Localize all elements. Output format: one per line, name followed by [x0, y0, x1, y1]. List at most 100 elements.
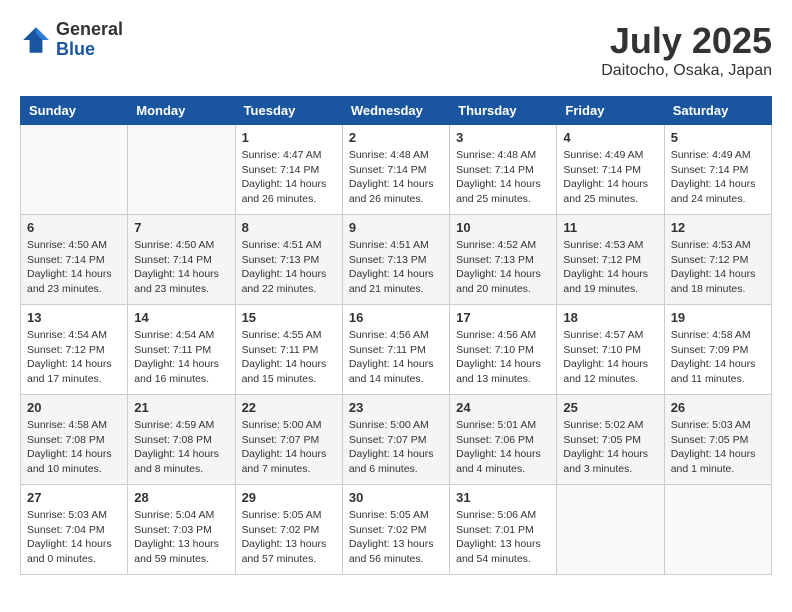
- day-info: Sunrise: 4:48 AM Sunset: 7:14 PM Dayligh…: [349, 148, 443, 207]
- weekday-header-tuesday: Tuesday: [235, 97, 342, 125]
- day-number: 9: [349, 220, 443, 235]
- day-number: 30: [349, 490, 443, 505]
- table-row: 25 Sunrise: 5:02 AM Sunset: 7:05 PM Dayli…: [557, 395, 664, 485]
- day-number: 17: [456, 310, 550, 325]
- day-number: 8: [242, 220, 336, 235]
- weekday-header-sunday: Sunday: [21, 97, 128, 125]
- weekday-header-saturday: Saturday: [664, 97, 771, 125]
- day-number: 15: [242, 310, 336, 325]
- calendar-week-row: 1Sunrise: 4:47 AM Sunset: 7:14 PM Daylig…: [21, 125, 772, 215]
- table-row: [664, 485, 771, 575]
- day-number: 2: [349, 130, 443, 145]
- day-info: Sunrise: 4:55 AM Sunset: 7:11 PM Dayligh…: [242, 328, 336, 387]
- day-info: Sunrise: 4:58 AM Sunset: 7:09 PM Dayligh…: [671, 328, 765, 387]
- day-number: 25: [563, 400, 657, 415]
- table-row: 8Sunrise: 4:51 AM Sunset: 7:13 PM Daylig…: [235, 215, 342, 305]
- day-number: 7: [134, 220, 228, 235]
- day-info: Sunrise: 4:59 AM Sunset: 7:08 PM Dayligh…: [134, 418, 228, 477]
- table-row: 29 Sunrise: 5:05 AM Sunset: 7:02 PM Dayli…: [235, 485, 342, 575]
- day-number: 31: [456, 490, 550, 505]
- weekday-header-wednesday: Wednesday: [342, 97, 449, 125]
- day-info: Sunrise: 5:05 AM Sunset: 7:02 PM Dayligh…: [349, 508, 443, 567]
- day-number: 11: [563, 220, 657, 235]
- day-number: 5: [671, 130, 765, 145]
- table-row: 20 Sunrise: 4:58 AM Sunset: 7:08 PM Dayli…: [21, 395, 128, 485]
- table-row: 28 Sunrise: 5:04 AM Sunset: 7:03 PM Dayli…: [128, 485, 235, 575]
- day-number: 1: [242, 130, 336, 145]
- day-info: Sunrise: 4:54 AM Sunset: 7:12 PM Dayligh…: [27, 328, 121, 387]
- calendar: SundayMondayTuesdayWednesdayThursdayFrid…: [20, 96, 772, 575]
- table-row: 16 Sunrise: 4:56 AM Sunset: 7:11 PM Dayli…: [342, 305, 449, 395]
- day-number: 18: [563, 310, 657, 325]
- day-info: Sunrise: 5:02 AM Sunset: 7:05 PM Dayligh…: [563, 418, 657, 477]
- table-row: 12 Sunrise: 4:53 AM Sunset: 7:12 PM Dayli…: [664, 215, 771, 305]
- day-info: Sunrise: 4:52 AM Sunset: 7:13 PM Dayligh…: [456, 238, 550, 297]
- table-row: 11Sunrise: 4:53 AM Sunset: 7:12 PM Dayli…: [557, 215, 664, 305]
- table-row: 18 Sunrise: 4:57 AM Sunset: 7:10 PM Dayli…: [557, 305, 664, 395]
- day-info: Sunrise: 5:00 AM Sunset: 7:07 PM Dayligh…: [349, 418, 443, 477]
- table-row: 6Sunrise: 4:50 AM Sunset: 7:14 PM Daylig…: [21, 215, 128, 305]
- logo-general-text: General: [56, 20, 123, 40]
- day-info: Sunrise: 5:01 AM Sunset: 7:06 PM Dayligh…: [456, 418, 550, 477]
- calendar-week-row: 6Sunrise: 4:50 AM Sunset: 7:14 PM Daylig…: [21, 215, 772, 305]
- table-row: 5 Sunrise: 4:49 AM Sunset: 7:14 PM Daylig…: [664, 125, 771, 215]
- day-info: Sunrise: 5:04 AM Sunset: 7:03 PM Dayligh…: [134, 508, 228, 567]
- calendar-week-row: 20 Sunrise: 4:58 AM Sunset: 7:08 PM Dayli…: [21, 395, 772, 485]
- day-number: 12: [671, 220, 765, 235]
- table-row: 15 Sunrise: 4:55 AM Sunset: 7:11 PM Dayli…: [235, 305, 342, 395]
- day-number: 26: [671, 400, 765, 415]
- table-row: 14 Sunrise: 4:54 AM Sunset: 7:11 PM Dayli…: [128, 305, 235, 395]
- day-info: Sunrise: 5:03 AM Sunset: 7:04 PM Dayligh…: [27, 508, 121, 567]
- table-row: 10Sunrise: 4:52 AM Sunset: 7:13 PM Dayli…: [450, 215, 557, 305]
- table-row: 19Sunrise: 4:58 AM Sunset: 7:09 PM Dayli…: [664, 305, 771, 395]
- day-number: 3: [456, 130, 550, 145]
- day-number: 22: [242, 400, 336, 415]
- day-number: 29: [242, 490, 336, 505]
- day-info: Sunrise: 5:06 AM Sunset: 7:01 PM Dayligh…: [456, 508, 550, 567]
- day-info: Sunrise: 4:49 AM Sunset: 7:14 PM Dayligh…: [563, 148, 657, 207]
- day-info: Sunrise: 4:56 AM Sunset: 7:10 PM Dayligh…: [456, 328, 550, 387]
- day-number: 20: [27, 400, 121, 415]
- table-row: 26Sunrise: 5:03 AM Sunset: 7:05 PM Dayli…: [664, 395, 771, 485]
- table-row: 13Sunrise: 4:54 AM Sunset: 7:12 PM Dayli…: [21, 305, 128, 395]
- day-number: 24: [456, 400, 550, 415]
- weekday-header-friday: Friday: [557, 97, 664, 125]
- table-row: 23Sunrise: 5:00 AM Sunset: 7:07 PM Dayli…: [342, 395, 449, 485]
- logo-blue-text: Blue: [56, 40, 123, 60]
- day-info: Sunrise: 4:49 AM Sunset: 7:14 PM Dayligh…: [671, 148, 765, 207]
- table-row: 2 Sunrise: 4:48 AM Sunset: 7:14 PM Daylig…: [342, 125, 449, 215]
- day-number: 21: [134, 400, 228, 415]
- day-info: Sunrise: 4:54 AM Sunset: 7:11 PM Dayligh…: [134, 328, 228, 387]
- table-row: 22 Sunrise: 5:00 AM Sunset: 7:07 PM Dayli…: [235, 395, 342, 485]
- day-info: Sunrise: 4:56 AM Sunset: 7:11 PM Dayligh…: [349, 328, 443, 387]
- day-info: Sunrise: 5:05 AM Sunset: 7:02 PM Dayligh…: [242, 508, 336, 567]
- month-title: July 2025: [601, 20, 772, 62]
- day-info: Sunrise: 4:48 AM Sunset: 7:14 PM Dayligh…: [456, 148, 550, 207]
- table-row: 31 Sunrise: 5:06 AM Sunset: 7:01 PM Dayli…: [450, 485, 557, 575]
- weekday-header-thursday: Thursday: [450, 97, 557, 125]
- day-number: 4: [563, 130, 657, 145]
- day-number: 28: [134, 490, 228, 505]
- day-info: Sunrise: 4:53 AM Sunset: 7:12 PM Dayligh…: [671, 238, 765, 297]
- day-info: Sunrise: 4:57 AM Sunset: 7:10 PM Dayligh…: [563, 328, 657, 387]
- table-row: 24 Sunrise: 5:01 AM Sunset: 7:06 PM Dayli…: [450, 395, 557, 485]
- table-row: 7 Sunrise: 4:50 AM Sunset: 7:14 PM Daylig…: [128, 215, 235, 305]
- location: Daitocho, Osaka, Japan: [601, 62, 772, 80]
- page-header: General Blue July 2025 Daitocho, Osaka, …: [20, 20, 772, 80]
- day-number: 14: [134, 310, 228, 325]
- weekday-header-row: SundayMondayTuesdayWednesdayThursdayFrid…: [21, 97, 772, 125]
- day-info: Sunrise: 4:58 AM Sunset: 7:08 PM Dayligh…: [27, 418, 121, 477]
- logo: General Blue: [20, 20, 123, 60]
- day-number: 16: [349, 310, 443, 325]
- table-row: 30 Sunrise: 5:05 AM Sunset: 7:02 PM Dayli…: [342, 485, 449, 575]
- weekday-header-monday: Monday: [128, 97, 235, 125]
- day-info: Sunrise: 5:00 AM Sunset: 7:07 PM Dayligh…: [242, 418, 336, 477]
- day-number: 27: [27, 490, 121, 505]
- table-row: 21 Sunrise: 4:59 AM Sunset: 7:08 PM Dayli…: [128, 395, 235, 485]
- day-info: Sunrise: 4:51 AM Sunset: 7:13 PM Dayligh…: [349, 238, 443, 297]
- table-row: 3 Sunrise: 4:48 AM Sunset: 7:14 PM Daylig…: [450, 125, 557, 215]
- calendar-week-row: 13Sunrise: 4:54 AM Sunset: 7:12 PM Dayli…: [21, 305, 772, 395]
- table-row: 1Sunrise: 4:47 AM Sunset: 7:14 PM Daylig…: [235, 125, 342, 215]
- table-row: 9 Sunrise: 4:51 AM Sunset: 7:13 PM Daylig…: [342, 215, 449, 305]
- day-info: Sunrise: 4:50 AM Sunset: 7:14 PM Dayligh…: [134, 238, 228, 297]
